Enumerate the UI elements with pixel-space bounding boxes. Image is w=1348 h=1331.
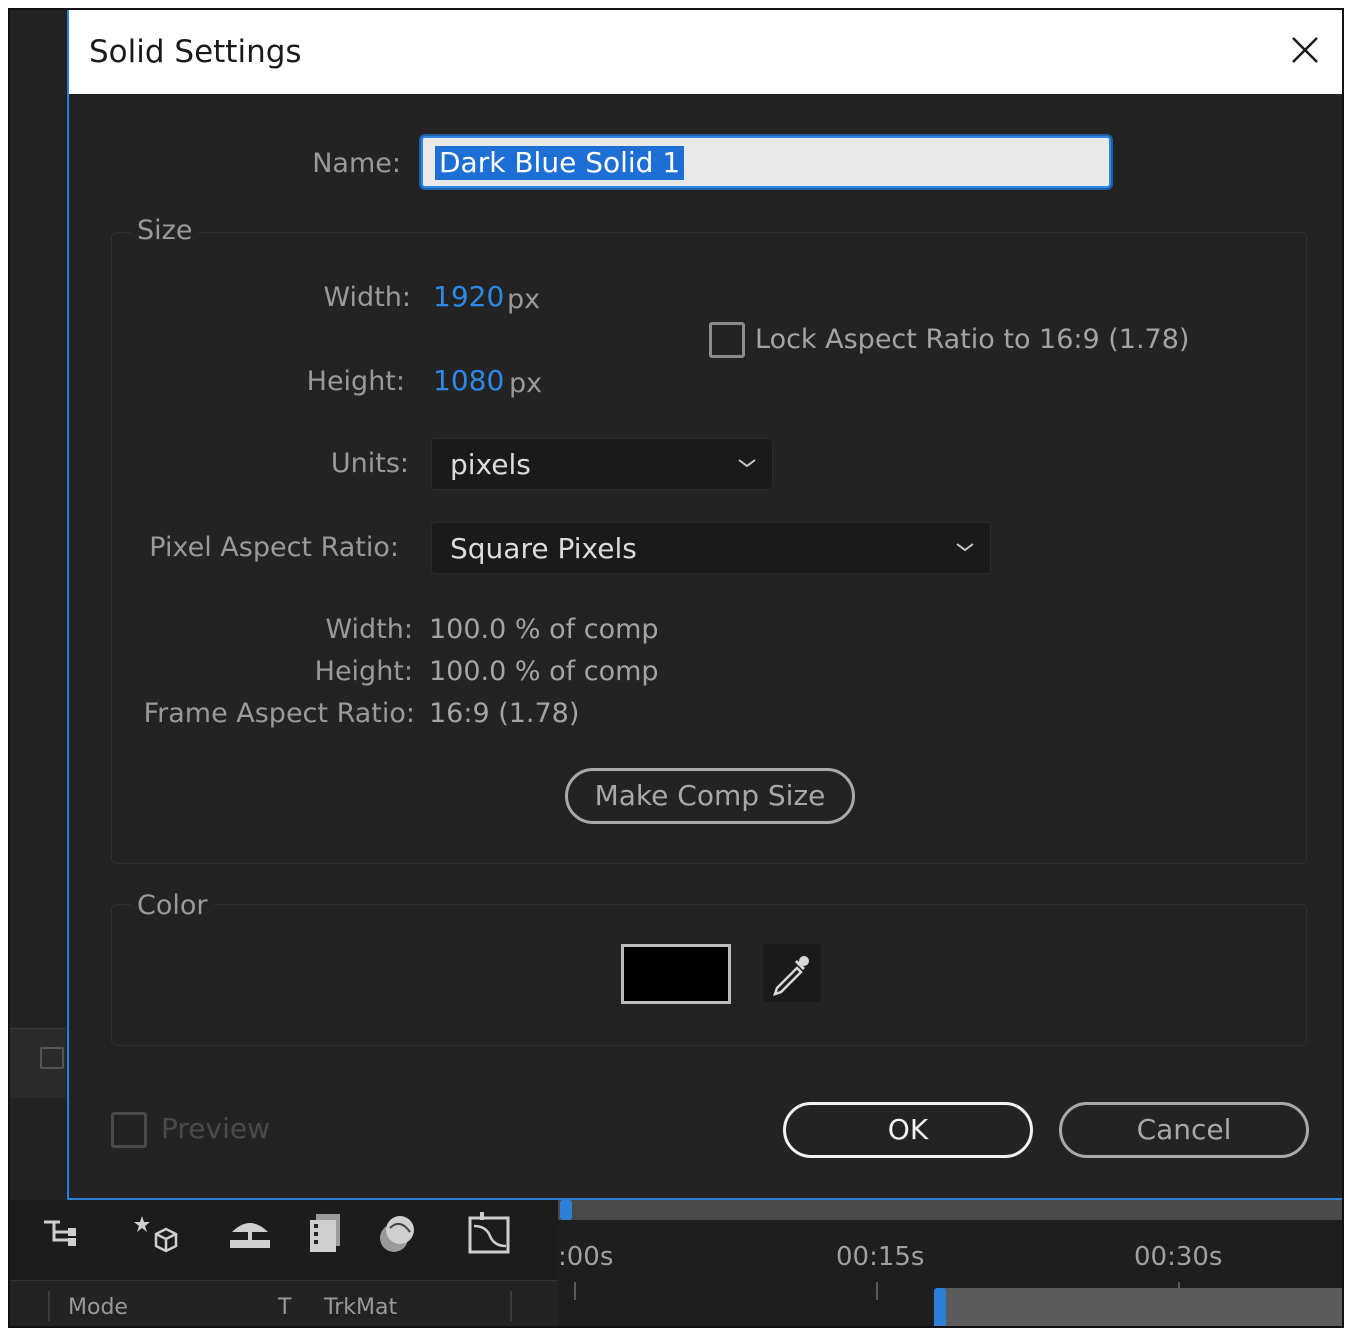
ruler-tick [876, 1282, 878, 1300]
frame-aspect-ratio-value: 16:9 (1.78) [429, 698, 580, 729]
mode-column-header[interactable]: Mode [68, 1295, 128, 1320]
panel-strip [10, 1028, 66, 1098]
shy-layers-icon[interactable] [40, 1210, 88, 1258]
name-label: Name: [312, 148, 401, 179]
pixel-aspect-ratio-value: Square Pixels [450, 532, 637, 565]
units-label: Units: [330, 448, 409, 479]
chevron-down-icon [738, 459, 756, 468]
height-label: Height: [306, 366, 405, 397]
layer-header-row: Mode T TrkMat [10, 1280, 558, 1326]
lock-aspect-checkbox[interactable] [709, 322, 745, 358]
color-group-title: Color [131, 890, 214, 921]
units-dropdown[interactable]: pixels [431, 438, 773, 490]
chevron-down-icon [956, 543, 974, 552]
preview-label: Preview [161, 1112, 270, 1145]
solid-settings-dialog: Solid Settings Name: Dark Blue Solid 1 S… [67, 10, 1342, 1200]
lock-aspect-label[interactable]: Lock Aspect Ratio to 16:9 (1.78) [755, 324, 1189, 355]
width-unit: px [507, 284, 541, 315]
time-navigator-bar[interactable] [558, 1200, 1342, 1220]
composition-icon[interactable] [40, 1047, 64, 1069]
work-area-bar[interactable] [944, 1288, 1342, 1326]
motion-blur-icon[interactable] [226, 1210, 274, 1258]
trkmat-column-header[interactable]: TrkMat [324, 1295, 397, 1320]
height-value[interactable]: 1080 [433, 364, 504, 397]
units-value: pixels [450, 448, 531, 481]
time-navigator-start-handle[interactable] [560, 1200, 572, 1220]
dialog-titlebar: Solid Settings [69, 10, 1342, 94]
graph-editor-icon[interactable] [466, 1210, 514, 1258]
work-area-start-handle[interactable] [934, 1288, 946, 1326]
cancel-button[interactable]: Cancel [1059, 1102, 1309, 1158]
width-label: Width: [323, 282, 411, 313]
preview-checkbox[interactable] [111, 1112, 147, 1148]
time-mark: :00s [558, 1242, 614, 1272]
dialog-title: Solid Settings [89, 34, 302, 70]
pixel-aspect-ratio-dropdown[interactable]: Square Pixels [431, 522, 991, 574]
frame-aspect-ratio-label: Frame Aspect Ratio: [143, 698, 415, 729]
info-width-value: 100.0 % of comp [429, 614, 659, 645]
time-mark: 00:15s [836, 1242, 925, 1272]
color-swatch[interactable] [621, 944, 731, 1004]
frame-blending-icon[interactable] [302, 1210, 350, 1258]
make-comp-size-button[interactable]: Make Comp Size [565, 768, 855, 824]
pixel-aspect-ratio-label: Pixel Aspect Ratio: [149, 532, 399, 563]
close-icon[interactable] [1285, 30, 1325, 70]
name-value: Dark Blue Solid 1 [435, 146, 685, 180]
eyedropper-icon[interactable] [763, 944, 821, 1002]
ruler-tick [574, 1282, 576, 1300]
timeline-switches-toolbar [10, 1200, 558, 1280]
height-unit: px [509, 368, 543, 399]
draft-3d-icon[interactable] [372, 1210, 420, 1258]
time-mark: 00:30s [1134, 1242, 1223, 1272]
info-width-label: Width: [325, 614, 413, 645]
name-input[interactable]: Dark Blue Solid 1 [421, 136, 1111, 188]
size-group-title: Size [131, 215, 199, 246]
timeline-panel: :00s 00:15s 00:30s [558, 1200, 1342, 1326]
t-column-header[interactable]: T [278, 1295, 291, 1320]
column-separator [48, 1291, 50, 1321]
width-value[interactable]: 1920 [433, 280, 504, 313]
project-panel [10, 10, 66, 1200]
column-separator [510, 1291, 512, 1321]
app-window: Solid Settings Name: Dark Blue Solid 1 S… [8, 8, 1344, 1328]
ok-button[interactable]: OK [783, 1102, 1033, 1158]
3d-layer-icon[interactable] [134, 1210, 182, 1258]
info-height-value: 100.0 % of comp [429, 656, 659, 687]
info-height-label: Height: [314, 656, 413, 687]
